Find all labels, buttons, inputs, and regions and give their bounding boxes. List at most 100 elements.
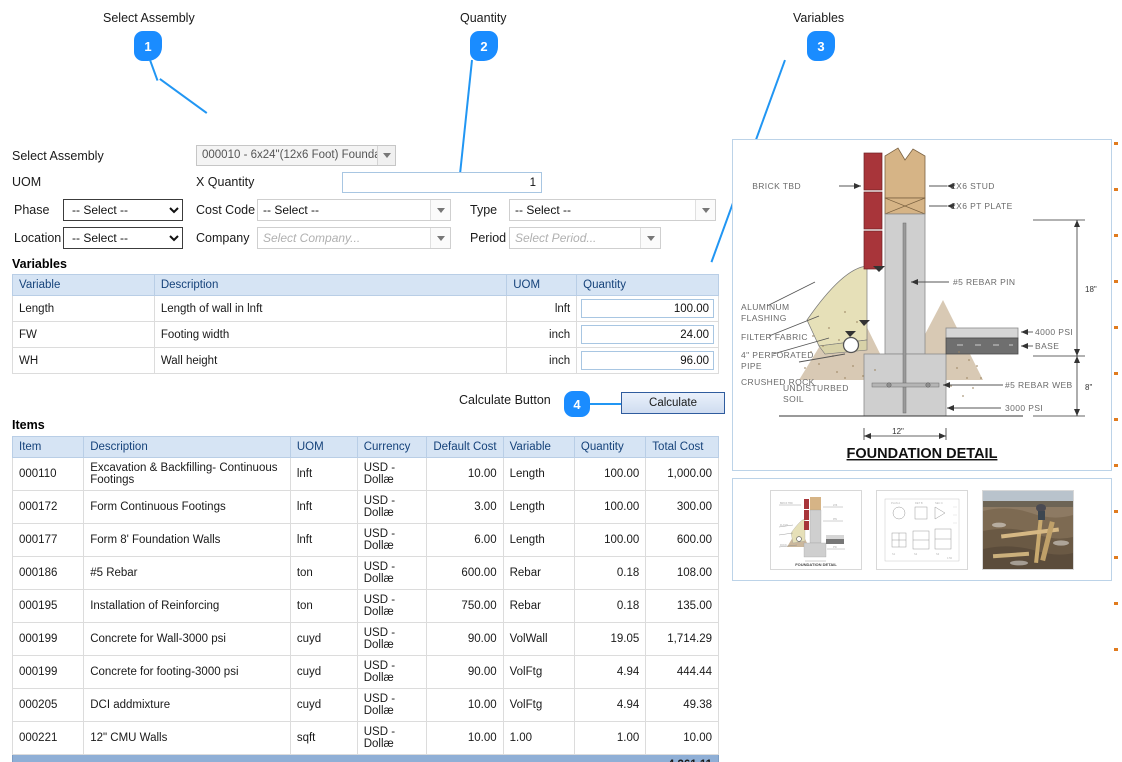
item-uom: cuyd bbox=[289, 655, 358, 689]
item-description: Form 8' Foundation Walls bbox=[83, 523, 291, 557]
thumbnail-strip: BRICK TBD 2X6 FLASH PIN ROCK PSI FOUNDATION… bbox=[732, 478, 1112, 581]
item-quantity: 0.18 bbox=[573, 556, 647, 590]
item-uom: sqft bbox=[289, 721, 358, 755]
chevron-down-icon[interactable] bbox=[377, 146, 395, 165]
svg-text:2X6 PT PLATE: 2X6 PT PLATE bbox=[951, 201, 1013, 211]
table-row[interactable]: 000199 Concrete for footing-3000 psi cuyd U… bbox=[11, 655, 719, 689]
table-row[interactable]: 000172 Form Continuous Footings lnft USD - … bbox=[11, 490, 719, 524]
cost-code-label: Cost Code bbox=[196, 203, 256, 217]
item-total-cost: 1,000.00 bbox=[645, 457, 719, 491]
chevron-down-icon[interactable] bbox=[640, 228, 660, 248]
callout-label-3: Variables bbox=[793, 11, 845, 25]
svg-text:DET B: DET B bbox=[915, 501, 923, 505]
table-row[interactable]: 000205 DCI addmixture cuyd USD - Dollæ 10.00… bbox=[11, 688, 719, 722]
variable-uom: inch bbox=[506, 321, 578, 348]
page-edge-markers bbox=[1114, 142, 1118, 652]
table-row[interactable]: 000221 12" CMU Walls sqft USD - Dollæ 10.00 1… bbox=[11, 721, 719, 755]
item-default-cost: 90.00 bbox=[426, 655, 504, 689]
variable-quantity-input[interactable] bbox=[581, 299, 714, 318]
foundation-detail-thumb[interactable]: BRICK TBD 2X6 FLASH PIN ROCK PSI FOUNDATION… bbox=[770, 489, 862, 570]
table-row[interactable]: 000177 Form 8' Foundation Walls lnft USD - … bbox=[11, 523, 719, 557]
phase-label: Phase bbox=[14, 203, 50, 217]
item-default-cost: 90.00 bbox=[426, 622, 504, 656]
items-header-row: Item Description UOM Currency Default Co… bbox=[11, 436, 719, 458]
cost-code-dropdown[interactable]: -- Select -- bbox=[257, 199, 451, 221]
table-row[interactable]: 000195 Installation of Reinforcing ton USD … bbox=[11, 589, 719, 623]
construction-photo-thumb[interactable] bbox=[982, 489, 1074, 570]
svg-text:PIPE: PIPE bbox=[741, 361, 762, 371]
phase-select[interactable]: -- Select -- bbox=[63, 199, 183, 221]
item-currency: USD - Dollæ bbox=[356, 589, 428, 623]
variables-title: Variables bbox=[12, 257, 67, 271]
callout-leader-1 bbox=[149, 59, 158, 81]
item-description: Installation of Reinforcing bbox=[83, 589, 291, 623]
company-dropdown[interactable]: Select Company... bbox=[257, 227, 451, 249]
item-code: 000199 bbox=[11, 655, 85, 689]
item-total-cost: 600.00 bbox=[645, 523, 719, 557]
table-row[interactable]: 000110 Excavation & Backfilling- Continuo… bbox=[11, 457, 719, 491]
item-total-cost: 49.38 bbox=[645, 688, 719, 722]
chevron-down-icon[interactable] bbox=[695, 200, 715, 220]
period-dropdown[interactable]: Select Period... bbox=[509, 227, 661, 249]
svg-text:BRICK TBD: BRICK TBD bbox=[752, 181, 801, 191]
item-variable: Rebar bbox=[502, 556, 575, 590]
svg-text:4000 PSI: 4000 PSI bbox=[1035, 327, 1073, 337]
item-currency: USD - Dollæ bbox=[356, 457, 428, 491]
callout-label-2: Quantity bbox=[460, 11, 507, 25]
svg-text:12": 12" bbox=[892, 427, 904, 436]
variables-col-variable: Variable bbox=[12, 274, 155, 296]
item-currency: USD - Dollæ bbox=[356, 721, 428, 755]
callout-pin-3[interactable]: 3 bbox=[807, 31, 835, 61]
item-code: 000177 bbox=[11, 523, 85, 557]
chevron-down-icon[interactable] bbox=[430, 200, 450, 220]
item-description: 12" CMU Walls bbox=[83, 721, 291, 755]
item-currency: USD - Dollæ bbox=[356, 688, 428, 722]
item-currency: USD - Dollæ bbox=[356, 523, 428, 557]
variable-quantity-input[interactable] bbox=[581, 325, 714, 344]
table-row[interactable]: 000186 #5 Rebar ton USD - Dollæ 600.00 Rebar 0… bbox=[11, 556, 719, 590]
item-variable: VolFtg bbox=[502, 655, 575, 689]
chevron-down-icon[interactable] bbox=[430, 228, 450, 248]
item-variable: Rebar bbox=[502, 589, 575, 623]
item-currency: USD - Dollæ bbox=[356, 622, 428, 656]
calculate-button[interactable]: Calculate bbox=[621, 392, 725, 414]
location-select[interactable]: -- Select -- bbox=[63, 227, 183, 249]
item-quantity: 4.94 bbox=[573, 655, 647, 689]
item-variable: Length bbox=[502, 457, 575, 491]
variable-name: WH bbox=[12, 347, 155, 374]
select-assembly-dropdown[interactable]: 000010 - 6x24"(12x6 Foot) Foundat bbox=[196, 145, 396, 166]
item-quantity: 100.00 bbox=[573, 523, 647, 557]
item-currency: USD - Dollæ bbox=[356, 490, 428, 524]
items-col-description: Description bbox=[83, 436, 291, 458]
table-row[interactable]: 000199 Concrete for Wall-3000 psi cuyd USD … bbox=[11, 622, 719, 656]
item-variable: 1.00 bbox=[502, 721, 575, 755]
callout-pin-4[interactable]: 4 bbox=[564, 391, 590, 417]
callout-pin-2[interactable]: 2 bbox=[470, 31, 498, 61]
item-variable: VolFtg bbox=[502, 688, 575, 722]
svg-text:2X6: 2X6 bbox=[833, 504, 838, 507]
callout-pin-1[interactable]: 1 bbox=[134, 31, 162, 61]
variables-col-description: Description bbox=[153, 274, 508, 296]
company-label: Company bbox=[196, 231, 250, 245]
items-col-quantity: Quantity bbox=[573, 436, 647, 458]
item-variable: VolWall bbox=[502, 622, 575, 656]
item-quantity: 4.94 bbox=[573, 688, 647, 722]
item-currency: USD - Dollæ bbox=[356, 655, 428, 689]
uom-label: UOM bbox=[12, 175, 42, 189]
svg-text:SEC C: SEC C bbox=[935, 501, 943, 505]
assembly-estimator-screen: Select Assembly Quantity Variables Calcu… bbox=[0, 0, 1122, 762]
item-description: Form Continuous Footings bbox=[83, 490, 291, 524]
x-quantity-input[interactable] bbox=[342, 172, 542, 193]
svg-text:PIN: PIN bbox=[833, 518, 837, 521]
variable-uom: lnft bbox=[506, 295, 578, 322]
table-row: Length Length of wall in lnft lnft bbox=[12, 295, 719, 322]
variable-quantity-input[interactable] bbox=[581, 351, 714, 370]
item-description: Excavation & Backfilling- Continuous Foo… bbox=[83, 457, 291, 491]
item-code: 000110 bbox=[11, 457, 85, 491]
item-default-cost: 10.00 bbox=[426, 721, 504, 755]
type-dropdown[interactable]: -- Select -- bbox=[509, 199, 716, 221]
svg-text:UNDISTURBED: UNDISTURBED bbox=[783, 383, 849, 393]
variable-uom: inch bbox=[506, 347, 578, 374]
item-uom: ton bbox=[289, 556, 358, 590]
drawing-sheet-thumb[interactable]: PLAN A DET B SEC C S1 S2 S3 1:50 bbox=[876, 489, 968, 570]
